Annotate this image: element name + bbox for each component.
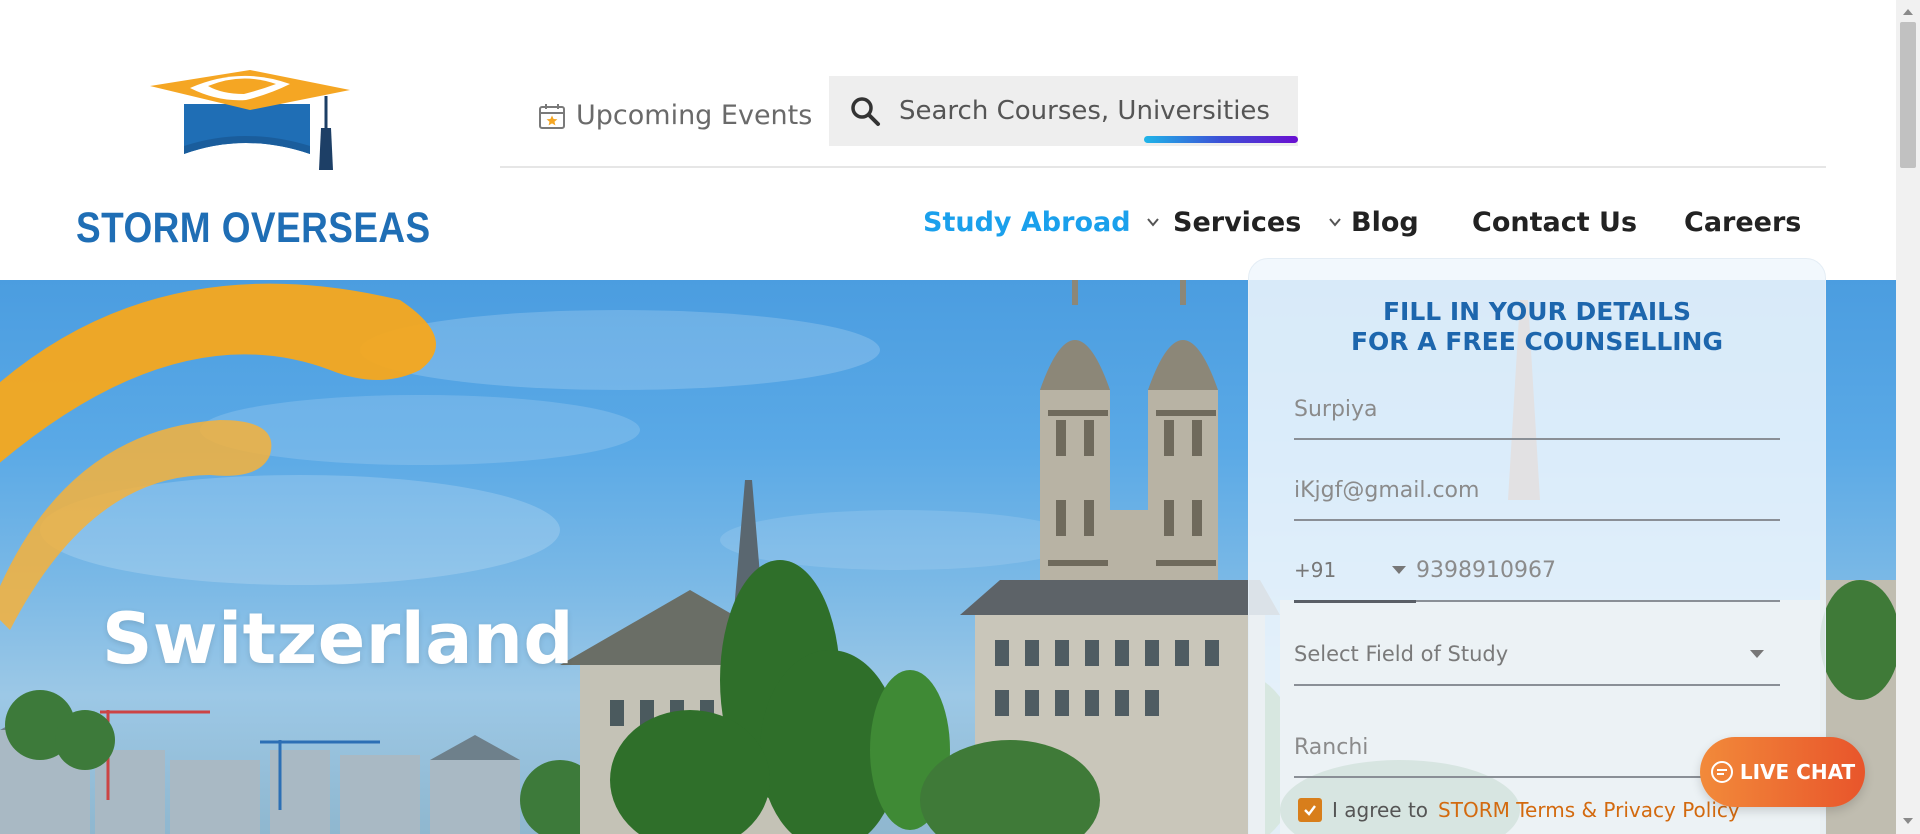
phone-field[interactable]: +91 [1294,540,1780,603]
agree-terms: I agree to STORM Terms & Privacy Policy [1298,798,1740,822]
form-title-line2: FOR A FREE COUNSELLING [1350,327,1724,356]
scroll-down-arrow-icon[interactable] [1903,818,1913,824]
graduation-cap-icon [150,70,350,170]
site-header: STORM OVERSEAS Upcoming Events Study Abr… [0,0,1896,280]
form-title-line1: FILL IN YOUR DETAILS [1382,297,1692,326]
agree-text: I agree to [1332,798,1429,822]
nav-careers-label: Careers [1684,206,1802,238]
nav-contact-us[interactable]: Contact Us [1472,202,1637,242]
hero-title: Switzerland [102,598,574,680]
chevron-down-icon [1329,218,1342,227]
email-input[interactable] [1294,477,1780,503]
name-input[interactable] [1294,396,1780,422]
site-logo[interactable]: STORM OVERSEAS [72,68,432,252]
search-icon[interactable] [849,95,881,127]
phone-input[interactable] [1416,557,1756,583]
nav-study-abroad-label: Study Abroad [923,206,1131,238]
search-underline [1144,136,1298,143]
scroll-thumb[interactable] [1900,22,1916,168]
calendar-star-icon [539,103,565,129]
country-code-value: +91 [1294,558,1337,582]
caret-down-icon [1750,650,1764,658]
chat-bubble-icon [1710,761,1733,783]
name-field[interactable] [1294,380,1780,440]
scroll-up-arrow-icon[interactable] [1903,9,1913,15]
nav-study-abroad[interactable]: Study Abroad [923,202,1161,242]
country-code-select[interactable]: +91 [1294,541,1416,603]
upcoming-events-link[interactable]: Upcoming Events [538,100,812,131]
nav-services[interactable]: Services [1173,202,1343,242]
search-input[interactable] [899,96,1298,126]
nav-blog[interactable]: Blog [1351,202,1419,242]
email-field[interactable] [1294,461,1780,521]
header-divider [500,166,1826,168]
nav-services-label: Services [1173,206,1302,238]
form-title: FILL IN YOUR DETAILS FOR A FREE COUNSELL… [1249,297,1825,357]
upcoming-events-label: Upcoming Events [576,100,813,131]
terms-privacy-link[interactable]: STORM Terms & Privacy Policy [1438,798,1740,822]
checkmark-icon [1304,805,1316,816]
caret-down-icon [1392,566,1406,574]
field-of-study-placeholder: Select Field of Study [1294,642,1509,666]
brand-name: STORM OVERSEAS [76,204,431,252]
page-scrollbar[interactable] [1896,0,1920,834]
field-of-study-select[interactable]: Select Field of Study [1294,624,1780,686]
nav-careers[interactable]: Careers [1684,202,1801,242]
agree-checkbox[interactable] [1298,798,1322,822]
nav-contact-us-label: Contact Us [1472,206,1638,238]
nav-blog-label: Blog [1351,206,1419,238]
live-chat-label: LIVE CHAT [1739,760,1856,784]
chevron-down-icon [1146,218,1159,227]
live-chat-button[interactable]: LIVE CHAT [1700,737,1865,807]
